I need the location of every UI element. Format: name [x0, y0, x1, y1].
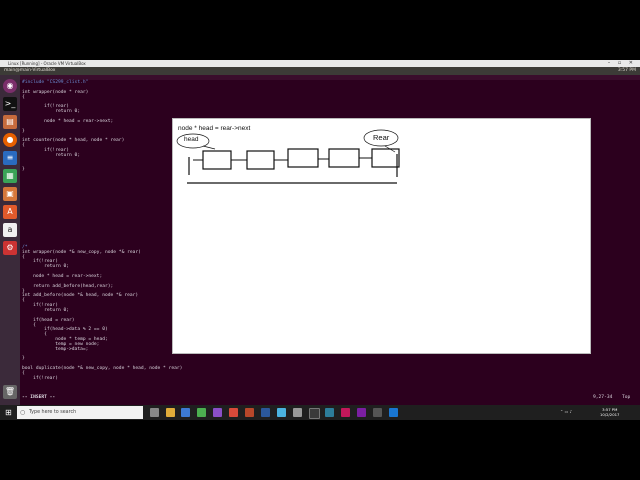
code-line: #include "CS299_clist.h" — [22, 80, 89, 85]
code-line: return 0; — [22, 109, 81, 115]
code-line: int wrapper(node *& new_copy, node *& re… — [22, 249, 141, 255]
system-tray-icons[interactable]: ⌃ ▭ ♪ — [560, 409, 572, 414]
calc-icon[interactable]: ▦ — [3, 169, 17, 183]
store-icon[interactable] — [197, 408, 206, 417]
amazon-icon[interactable]: a — [3, 223, 17, 237]
file-explorer-icon[interactable] — [166, 408, 175, 417]
code-line: { — [22, 94, 25, 100]
app-icon-7[interactable] — [373, 408, 382, 417]
impress-icon[interactable]: ▣ — [3, 187, 17, 201]
unity-launcher: ◉ >_ ▤ ● ≡ ▦ ▣ A a ⚙ 🗑 — [0, 75, 20, 405]
code-line: node * head = rear->next; — [22, 274, 103, 279]
app-icon-2[interactable] — [293, 408, 302, 417]
windows-taskbar: ⊞ ○ Type here to search ⌃ ▭ ♪ 3:57 PM 10… — [0, 405, 640, 420]
windows-start-icon[interactable]: ⊞ — [5, 408, 14, 417]
list-node-4 — [328, 148, 360, 168]
powerpoint-icon[interactable] — [245, 408, 254, 417]
firefox-icon[interactable]: ● — [3, 133, 17, 147]
top-bar-clock[interactable]: 3:57 PM — [618, 67, 636, 75]
code-line: return 0; — [22, 307, 70, 313]
code-line: return 0; — [22, 264, 70, 270]
vim-status-line: -- INSERT -- 9,27-34 Top — [20, 392, 640, 404]
taskbar-clock[interactable]: 3:57 PM 10/2/2017 — [600, 407, 619, 417]
code-line: temp->data=; — [22, 346, 89, 352]
app-icon-4[interactable] — [325, 408, 334, 417]
code-line: return 0; — [22, 152, 81, 158]
files-icon[interactable]: ▤ — [3, 115, 17, 129]
window-title: Linux [Running] - Oracle VM VirtualBox — [8, 61, 86, 66]
code-line: } — [22, 128, 25, 134]
list-node-3 — [287, 148, 319, 168]
app-icon-6[interactable] — [357, 408, 366, 417]
scroll-position: Top — [622, 395, 631, 400]
whiteboard[interactable]: node * head = rear->next head Rear — [172, 118, 591, 354]
virtualbox-icon[interactable] — [277, 408, 286, 417]
app-icon-3[interactable] — [309, 408, 320, 419]
search-icon: ○ — [20, 409, 26, 416]
visual-studio-icon[interactable] — [213, 408, 222, 417]
settings-icon[interactable]: ⚙ — [3, 241, 17, 255]
code-line: int counter(node * head, node * rear) — [22, 138, 125, 144]
code-line: int wrapper(node * rear) — [22, 89, 89, 95]
word-icon[interactable] — [261, 408, 270, 417]
software-center-icon[interactable]: A — [3, 205, 17, 219]
writer-icon[interactable]: ≡ — [3, 151, 17, 165]
ubuntu-dash-icon[interactable]: ◉ — [3, 79, 17, 93]
code-line: } — [22, 167, 25, 173]
app-icon-5[interactable] — [341, 408, 350, 417]
code-line: bool duplicate(node *& new_copy, node * … — [22, 366, 183, 372]
list-node-2 — [246, 150, 275, 170]
terminal-title: main@main-VirtualBox — [4, 68, 56, 73]
code-line: return add_before(head,rear); — [22, 283, 114, 289]
code-line: } — [22, 356, 25, 362]
rear-label: Rear — [373, 133, 390, 142]
terminal-icon[interactable]: >_ — [3, 97, 17, 111]
code-line: node * head = rear->next; — [22, 118, 114, 124]
virtualbox-titlebar: Linux [Running] - Oracle VM VirtualBox –… — [0, 60, 640, 67]
list-node-1 — [202, 150, 232, 170]
linked-list-drawing — [176, 129, 400, 184]
head-label: head — [184, 136, 199, 143]
search-placeholder: Type here to search — [29, 410, 77, 415]
code-line: int add_before(node *& head, node *& rea… — [22, 293, 139, 299]
edge-icon[interactable] — [181, 408, 190, 417]
taskbar-search[interactable]: ○ Type here to search — [17, 406, 143, 419]
trash-icon[interactable]: 🗑 — [3, 385, 17, 399]
vim-mode: -- INSERT -- — [22, 395, 56, 400]
ubuntu-top-bar: main@main-VirtualBox 3:57 PM — [0, 67, 640, 75]
app-icon-1[interactable] — [229, 408, 238, 417]
code-line: if(!rear) — [22, 375, 58, 381]
app-icon-8[interactable] — [389, 408, 398, 417]
task-view-icon[interactable] — [150, 408, 159, 417]
head-pointer-arrow — [202, 145, 216, 150]
taskbar-date: 10/2/2017 — [600, 412, 620, 417]
window-controls[interactable]: – ▫ ✕ — [608, 60, 636, 67]
cursor-position: 9,27-34 — [593, 395, 613, 400]
